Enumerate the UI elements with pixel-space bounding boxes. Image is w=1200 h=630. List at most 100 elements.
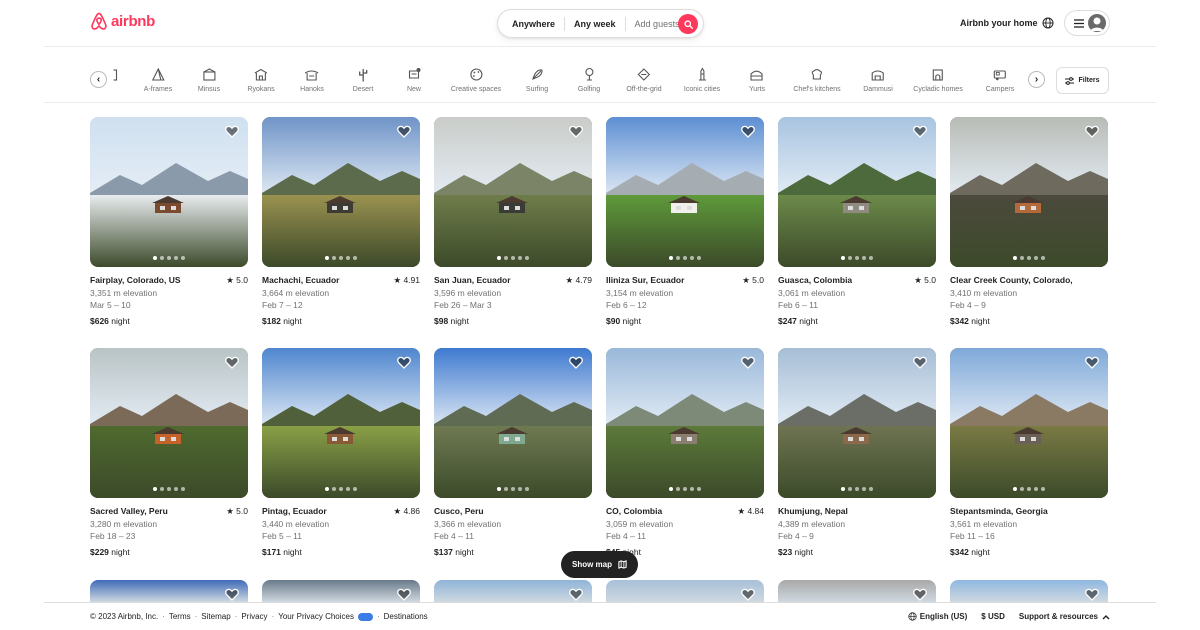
filters-button[interactable]: Filters: [1056, 67, 1109, 94]
listing-card[interactable]: San Juan, Ecuador ★ 4.79 3,596 m elevation…: [434, 117, 592, 327]
destinations-link[interactable]: Destinations: [384, 612, 428, 621]
category-chef-s-kitchens[interactable]: Chef's kitchens: [793, 67, 841, 93]
listing-photo[interactable]: [434, 348, 592, 498]
category-dammusi[interactable]: Dammusi: [863, 67, 893, 93]
listing-card[interactable]: Guasca, Colombia ★ 5.0 3,061 m elevation Fe…: [778, 117, 936, 327]
heart-icon[interactable]: [741, 588, 755, 601]
airbnb-your-home-link[interactable]: Airbnb your home: [960, 18, 1038, 28]
listing-card[interactable]: Stepantsminda, Georgia 3,561 m elevation F…: [950, 348, 1108, 558]
heart-icon[interactable]: [397, 356, 411, 369]
listing-photo[interactable]: [606, 117, 764, 267]
airbnb-logo[interactable]: airbnb: [90, 12, 155, 31]
listing-dates: Feb 6 – 11: [778, 300, 819, 310]
listing-card[interactable]: Clear Creek County, Colorado, US 3,410 m …: [950, 117, 1108, 327]
listing-photo[interactable]: [262, 348, 420, 498]
language-selector[interactable]: English (US): [908, 612, 967, 621]
listing-card[interactable]: Khumjung, Nepal 4,389 m elevation Feb 4 – …: [778, 348, 936, 558]
heart-icon[interactable]: [1085, 356, 1099, 369]
globe-icon[interactable]: [1042, 17, 1054, 29]
listing-card[interactable]: Machachi, Ecuador ★ 4.91 3,664 m elevation…: [262, 117, 420, 327]
listing-rating: ★ 4.84: [737, 506, 764, 516]
listing-card[interactable]: Cusco, Peru 3,366 m elevation Feb 4 – 11 $1…: [434, 348, 592, 558]
privacy-link[interactable]: Privacy: [241, 612, 267, 621]
listing-price: $90 night: [606, 315, 764, 328]
listing-price: $626 night: [90, 315, 248, 328]
listing-photo[interactable]: [950, 117, 1108, 267]
categories-next-button[interactable]: ›: [1028, 71, 1045, 88]
listing-photo[interactable]: [778, 348, 936, 498]
listing-card[interactable]: CO, Colombia ★ 4.84 3,059 m elevation Feb 4…: [606, 348, 764, 558]
listing-photo[interactable]: [90, 348, 248, 498]
category-yurts[interactable]: Yurts: [749, 67, 765, 93]
currency-selector[interactable]: $ USD: [981, 612, 1005, 621]
listing-location: Cusco, Peru: [434, 506, 484, 516]
category-creative-spaces[interactable]: Creative spaces: [451, 67, 501, 93]
terms-link[interactable]: Terms: [169, 612, 191, 621]
category-minsus[interactable]: Minsus: [198, 67, 220, 93]
category-off-the-grid[interactable]: Off-the-grid: [626, 67, 662, 93]
footer-separator: ·: [194, 612, 198, 621]
search-button[interactable]: [678, 14, 698, 34]
heart-icon[interactable]: [913, 588, 927, 601]
listing-photo[interactable]: [950, 348, 1108, 498]
listing-photo[interactable]: [434, 117, 592, 267]
listing-location: Clear Creek County, Colorado, US: [950, 275, 1075, 285]
sitemap-link[interactable]: Sitemap: [201, 612, 230, 621]
listing-photo-partial[interactable]: [950, 580, 1108, 602]
heart-icon[interactable]: [397, 588, 411, 601]
category-iconic-cities[interactable]: Iconic cities: [684, 67, 720, 93]
listing-photo[interactable]: [606, 348, 764, 498]
categories-prev-button[interactable]: ‹: [90, 71, 107, 88]
user-menu-button[interactable]: [1064, 10, 1110, 36]
heart-icon[interactable]: [741, 125, 755, 138]
search-anywhere[interactable]: Anywhere: [498, 16, 566, 31]
listing-photo[interactable]: [90, 117, 248, 267]
search-bar[interactable]: Anywhere Any week Add guests: [497, 9, 704, 38]
surfboard-icon: [531, 69, 543, 80]
listing-photo[interactable]: [262, 117, 420, 267]
heart-icon[interactable]: [1085, 588, 1099, 601]
listing-photo-partial[interactable]: [262, 580, 420, 602]
listing-photo-partial[interactable]: [778, 580, 936, 602]
heart-icon[interactable]: [913, 125, 927, 138]
page: airbnb Anywhere Any week Add guests Airb…: [44, 0, 1156, 630]
listing-photo-partial[interactable]: [606, 580, 764, 602]
listing-card[interactable]: Fairplay, Colorado, US ★ 5.0 3,351 m eleva…: [90, 117, 248, 327]
heart-icon[interactable]: [225, 356, 239, 369]
category-campers[interactable]: Campers: [986, 67, 1014, 93]
show-map-button[interactable]: Show map: [561, 551, 638, 578]
category-new[interactable]: New: [407, 67, 422, 93]
heart-icon[interactable]: [569, 588, 583, 601]
listing-card[interactable]: Iliniza Sur, Ecuador ★ 5.0 3,154 m elevati…: [606, 117, 764, 327]
chevron-up-icon: [1102, 614, 1110, 619]
category-surfing[interactable]: Surfing: [526, 67, 548, 93]
category-hanoks[interactable]: Hanoks: [300, 67, 324, 93]
heart-icon[interactable]: [397, 125, 411, 138]
heart-icon[interactable]: [569, 125, 583, 138]
category-label: Hanoks: [300, 86, 324, 93]
heart-icon[interactable]: [741, 356, 755, 369]
listing-elevation: 3,440 m elevation: [262, 518, 330, 529]
heart-icon[interactable]: [569, 356, 583, 369]
heart-icon[interactable]: [225, 125, 239, 138]
photo-dots: [669, 487, 701, 491]
listing-photo[interactable]: [778, 117, 936, 267]
category-cycladic-homes[interactable]: Cycladic homes: [913, 67, 963, 93]
heart-icon[interactable]: [1085, 125, 1099, 138]
listing-card[interactable]: Pintag, Ecuador ★ 4.86 3,440 m elevation Fe…: [262, 348, 420, 558]
category-desert[interactable]: Desert: [353, 67, 373, 93]
listing-card[interactable]: Sacred Valley, Peru ★ 5.0 3,280 m elevatio…: [90, 348, 248, 558]
heart-icon[interactable]: [913, 356, 927, 369]
category-golfing[interactable]: Golfing: [578, 67, 600, 93]
listing-price-value: $23: [778, 546, 793, 557]
category-a-frames[interactable]: A-frames: [144, 67, 172, 93]
search-any-week[interactable]: Any week: [565, 16, 626, 31]
listing-dates: Mar 5 – 10: [90, 300, 131, 310]
listing-photo-partial[interactable]: [90, 580, 248, 602]
privacy-choices-icon: [357, 612, 373, 621]
heart-icon[interactable]: [225, 588, 239, 601]
privacy-choices-link[interactable]: Your Privacy Choices: [278, 612, 354, 621]
category-ryokans[interactable]: Ryokans: [247, 67, 275, 93]
support-resources-button[interactable]: Support & resources: [1019, 612, 1110, 621]
listing-photo-partial[interactable]: [434, 580, 592, 602]
